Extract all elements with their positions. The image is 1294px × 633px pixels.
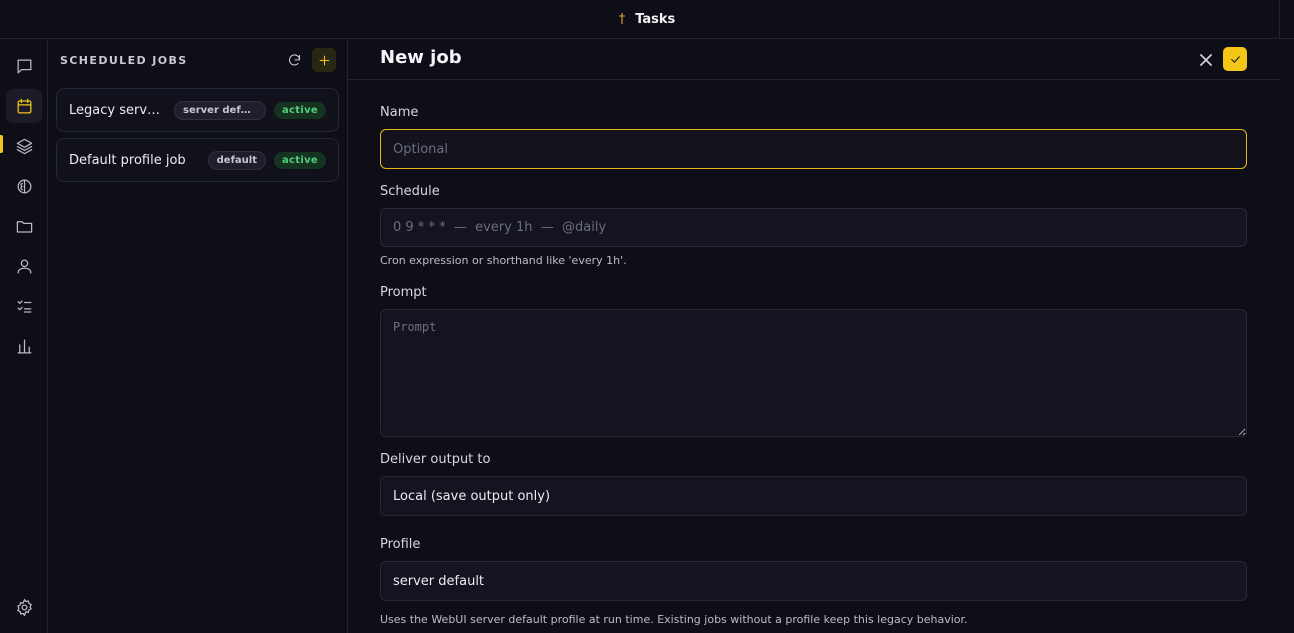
job-profile-badge: server default <box>174 100 266 120</box>
rail-item-todos[interactable] <box>6 289 42 323</box>
jobs-panel-title: SCHEDULED JOBS <box>60 53 188 67</box>
name-input[interactable] <box>380 129 1247 169</box>
save-button[interactable] <box>1223 47 1247 71</box>
active-indicator <box>0 135 3 153</box>
prompt-textarea[interactable] <box>380 309 1247 437</box>
check-icon <box>1230 55 1240 63</box>
refresh-icon <box>288 53 300 65</box>
calendar-icon <box>17 98 31 113</box>
rail-item-profile[interactable] <box>6 249 42 283</box>
settings-icon <box>16 598 32 616</box>
plus-icon <box>319 55 329 65</box>
layers-icon <box>16 138 32 154</box>
deliver-output-select[interactable]: Local (save output only) <box>380 476 1247 516</box>
job-name: Default profile job <box>69 152 186 168</box>
rail-item-files[interactable] <box>6 209 42 243</box>
rail-item-stats[interactable] <box>6 329 42 363</box>
name-label: Name <box>380 105 419 120</box>
deliver-output-value: Local (save output only) <box>393 488 551 504</box>
rail-item-settings[interactable] <box>6 590 42 624</box>
job-list-item[interactable]: Legacy server default job server default… <box>56 88 339 132</box>
schedule-input[interactable] <box>380 208 1247 247</box>
top-bar-divider <box>1279 0 1280 39</box>
profile-label: Profile <box>380 537 421 552</box>
app-logo-icon: † <box>618 11 626 27</box>
folder-icon <box>16 220 32 233</box>
rail-item-tasks[interactable] <box>6 89 42 123</box>
job-name: Legacy server default job <box>69 102 166 118</box>
job-list-item[interactable]: Default profile job default active <box>56 138 339 182</box>
job-status-badge: active <box>274 101 326 119</box>
rail-item-layers[interactable] <box>6 129 42 163</box>
scheduled-jobs-panel: SCHEDULED JOBS Legacy server default job… <box>48 39 348 633</box>
add-job-button[interactable] <box>312 48 336 72</box>
job-editor: New job Name Schedule Cron expression or… <box>348 39 1280 633</box>
prompt-label: Prompt <box>380 285 427 300</box>
profile-value: server default <box>393 573 485 589</box>
rail-item-chat[interactable] <box>6 49 42 83</box>
top-bar: † Tasks <box>0 0 1294 39</box>
window-title: Tasks <box>635 11 676 27</box>
close-button[interactable] <box>1194 48 1218 72</box>
icon-rail <box>0 39 48 633</box>
editor-header: New job <box>348 39 1280 80</box>
bar-chart-icon <box>17 339 31 353</box>
schedule-label: Schedule <box>380 184 440 199</box>
job-profile-badge: default <box>207 150 266 170</box>
checklist-icon <box>17 299 31 313</box>
refresh-button[interactable] <box>282 48 306 72</box>
user-icon <box>17 259 31 273</box>
profile-select[interactable]: server default <box>380 561 1247 601</box>
close-icon <box>1200 54 1212 66</box>
schedule-hint: Cron expression or shorthand like 'every… <box>380 254 627 267</box>
jobs-header: SCHEDULED JOBS <box>60 47 336 73</box>
chat-icon <box>17 59 31 73</box>
brain-icon <box>17 179 31 193</box>
rail-item-memory[interactable] <box>6 169 42 203</box>
deliver-label: Deliver output to <box>380 452 491 467</box>
job-status-badge: active <box>274 151 326 169</box>
profile-hint: Uses the WebUI server default profile at… <box>380 613 968 626</box>
page-title: New job <box>380 47 462 68</box>
